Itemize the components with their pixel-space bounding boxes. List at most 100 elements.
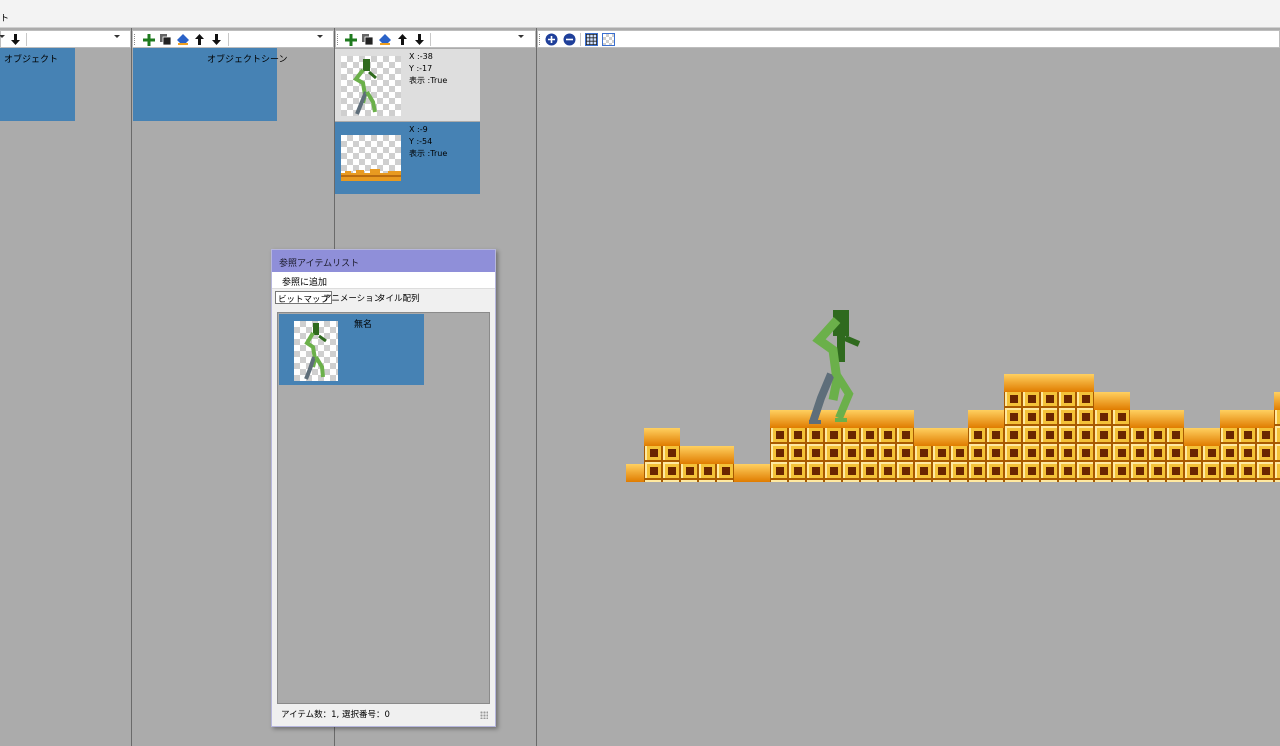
object-scene-item-label: オブジェクトシーン [207, 55, 288, 65]
tile [860, 428, 878, 446]
arrow-down-icon[interactable] [9, 33, 22, 46]
toolbar-grip[interactable] [134, 34, 136, 45]
tile [986, 464, 1004, 482]
reference-item-list[interactable]: 無名 [277, 312, 490, 704]
tile [680, 464, 698, 482]
tile [950, 446, 968, 464]
tile [842, 428, 860, 446]
arrow-down-icon[interactable] [210, 33, 223, 46]
layer-item[interactable]: X :-9 Y :-54 表示 :True [335, 122, 480, 194]
tile [1166, 464, 1184, 482]
tile [968, 410, 986, 428]
tile [770, 446, 788, 464]
tile [1112, 428, 1130, 446]
tile [1202, 464, 1220, 482]
arrow-up-icon[interactable] [396, 33, 409, 46]
tile [1058, 392, 1076, 410]
tab-strip: ビットマップ アニメーション タイル配列 [272, 289, 495, 305]
tile [1256, 428, 1274, 446]
tile [1148, 446, 1166, 464]
checker-icon[interactable] [602, 33, 615, 46]
clear-icon[interactable] [176, 33, 189, 46]
window-caption[interactable]: 参照アイテムリスト [272, 250, 495, 272]
tile [1004, 464, 1022, 482]
tile [878, 446, 896, 464]
tile [1238, 464, 1256, 482]
tile [878, 410, 896, 428]
tilemap-layer [626, 374, 1280, 482]
tile [1076, 374, 1094, 392]
object-list-item[interactable]: オブジェクト [0, 48, 75, 121]
tile [698, 464, 716, 482]
add-to-reference-menu-item[interactable]: 参照に追加 [282, 278, 327, 288]
tile [968, 446, 986, 464]
tile [1004, 428, 1022, 446]
character-thumbnail [341, 56, 401, 116]
toolbar-overflow-icon[interactable] [0, 35, 5, 38]
tile [860, 446, 878, 464]
object-scene-list-item[interactable]: オブジェクトシーン [133, 48, 288, 121]
toolbar-grip[interactable] [539, 34, 541, 45]
tile [878, 464, 896, 482]
tile [860, 464, 878, 482]
layer-properties: X :-9 Y :-54 表示 :True [409, 124, 447, 160]
tile [1148, 428, 1166, 446]
zoom-in-icon[interactable] [545, 33, 558, 46]
status-bar: アイテム数：1, 選択番号：0 [277, 706, 490, 721]
tile [1094, 410, 1112, 428]
tile [1274, 428, 1280, 446]
tile [680, 446, 698, 464]
layer-item[interactable]: X :-38 Y :-17 表示 :True [335, 49, 480, 121]
tile [788, 464, 806, 482]
reference-item-list-window[interactable]: 参照アイテムリスト 参照に追加 ビットマップ アニメーション タイル配列 無名 … [271, 249, 496, 727]
tile [788, 410, 806, 428]
add-icon[interactable] [142, 33, 155, 46]
tile [968, 464, 986, 482]
y-label: Y [409, 137, 414, 146]
resize-grip-icon[interactable] [480, 711, 488, 719]
visible-label: 表示 [409, 76, 425, 85]
visible-label: 表示 [409, 149, 425, 158]
tile [1004, 410, 1022, 428]
object-scene-toolbar [132, 30, 334, 48]
tile [1274, 446, 1280, 464]
dropdown-chevron-icon[interactable] [317, 35, 323, 38]
tile [1040, 428, 1058, 446]
tile [1022, 410, 1040, 428]
toolbar-grip[interactable] [337, 34, 339, 45]
zoom-out-icon[interactable] [563, 33, 576, 46]
tile [824, 446, 842, 464]
tile [932, 446, 950, 464]
layer-toolbar [335, 30, 536, 48]
tile [1094, 446, 1112, 464]
copy-icon[interactable] [361, 33, 374, 46]
arrow-up-icon[interactable] [193, 33, 206, 46]
tile [1220, 410, 1238, 428]
tile [1130, 464, 1148, 482]
tab-tile-array[interactable]: タイル配列 [375, 291, 422, 304]
tile [914, 446, 932, 464]
scene-canvas[interactable] [537, 48, 1280, 746]
tile [896, 464, 914, 482]
tile [1076, 446, 1094, 464]
grid-icon[interactable] [585, 33, 598, 46]
tile [1238, 446, 1256, 464]
tile [1004, 374, 1022, 392]
clear-icon[interactable] [378, 33, 391, 46]
tile [986, 410, 1004, 428]
list-item[interactable]: 無名 [279, 314, 424, 385]
tile [1058, 446, 1076, 464]
tile [1112, 464, 1130, 482]
copy-icon[interactable] [159, 33, 172, 46]
dropdown-chevron-icon[interactable] [114, 35, 120, 38]
add-icon[interactable] [344, 33, 357, 46]
arrow-down-icon[interactable] [413, 33, 426, 46]
dropdown-chevron-icon[interactable] [518, 35, 524, 38]
y-value: :-54 [416, 137, 433, 146]
tile [1256, 446, 1274, 464]
object-toolbar [0, 30, 131, 48]
tile [1058, 374, 1076, 392]
tile [896, 446, 914, 464]
tile [1220, 464, 1238, 482]
x-label: X [409, 52, 415, 61]
